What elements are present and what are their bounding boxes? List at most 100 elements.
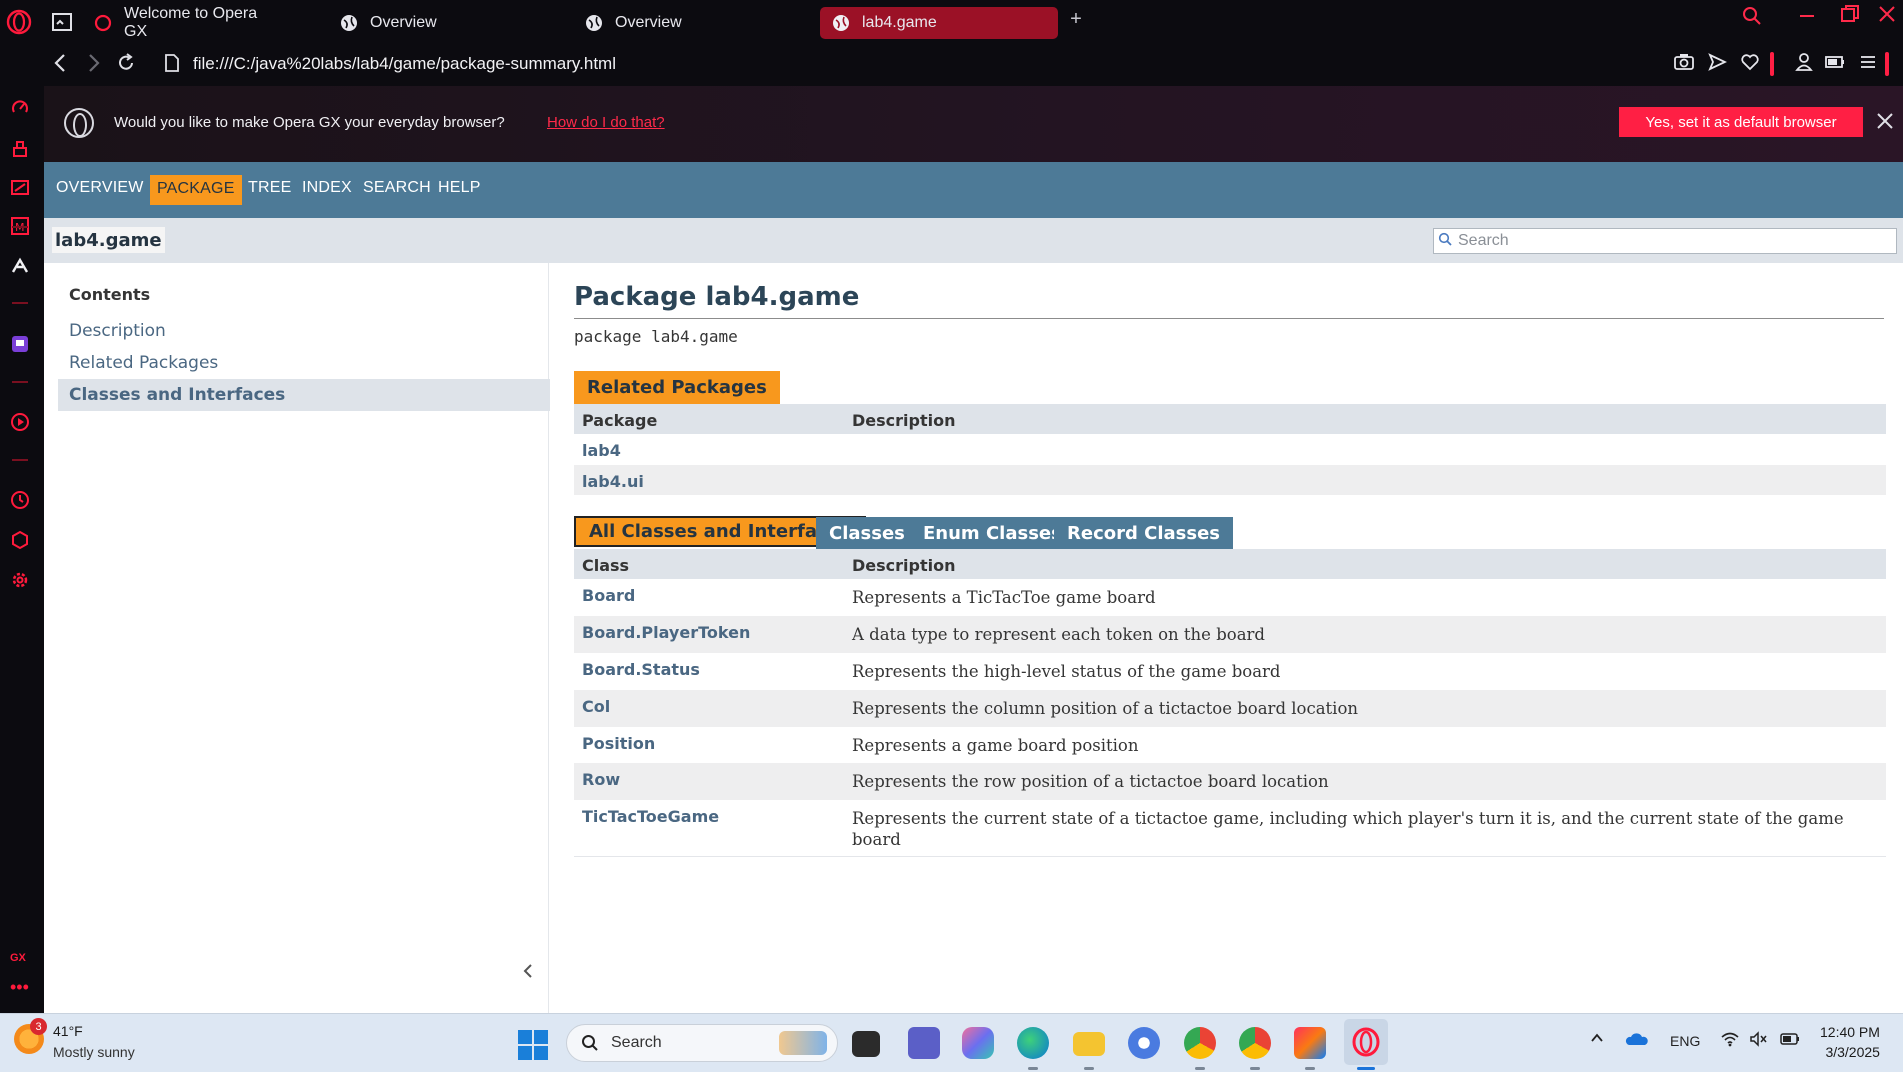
app-indicator xyxy=(1250,1067,1260,1070)
class-description: Represents the high-level status of the … xyxy=(852,662,1281,681)
minimize-icon[interactable] xyxy=(1798,6,1816,30)
camera-icon[interactable] xyxy=(1673,52,1695,78)
volume-muted-icon[interactable] xyxy=(1749,1031,1769,1050)
new-tab-button[interactable]: + xyxy=(1066,8,1086,30)
how-link[interactable]: How do I do that? xyxy=(547,114,665,131)
tab-label: Welcome to Opera GX xyxy=(124,5,258,40)
send-icon[interactable] xyxy=(1707,52,1728,78)
history-icon[interactable] xyxy=(8,488,32,512)
teams-icon[interactable] xyxy=(908,1027,940,1059)
table-row: Col Represents the column position of a … xyxy=(574,690,1886,727)
easy-setup-icon[interactable] xyxy=(1858,52,1878,78)
start-button[interactable] xyxy=(518,1030,548,1060)
show-hidden-icons[interactable] xyxy=(1590,1031,1604,1048)
nav-tree[interactable]: TREE xyxy=(248,179,291,197)
heart-icon[interactable] xyxy=(1740,52,1760,78)
class-link-board-player-token[interactable]: Board.PlayerToken xyxy=(582,623,750,642)
toc-description[interactable]: Description xyxy=(69,321,166,341)
weather-description[interactable]: Mostly sunny xyxy=(53,1044,135,1060)
chrome-profile-g-icon[interactable] xyxy=(1239,1027,1271,1059)
package-link-lab4-ui[interactable]: lab4.ui xyxy=(582,472,644,491)
collapse-sidebar-icon[interactable] xyxy=(522,963,534,984)
toc-related-packages[interactable]: Related Packages xyxy=(69,353,218,373)
twitch-icon[interactable] xyxy=(8,332,32,356)
class-link-row[interactable]: Row xyxy=(582,770,620,789)
class-link-col[interactable]: Col xyxy=(582,697,610,716)
edge-icon[interactable] xyxy=(1017,1027,1049,1059)
toc-classes-and-interfaces[interactable]: Classes and Interfaces xyxy=(58,379,550,411)
battery-saver-icon[interactable] xyxy=(1824,52,1846,78)
profile-icon[interactable] xyxy=(1794,52,1814,78)
settings-icon[interactable] xyxy=(8,568,32,592)
gx-cleaner-icon[interactable] xyxy=(8,136,32,160)
aria-ai-icon[interactable] xyxy=(8,254,32,278)
opera-menu-icon[interactable] xyxy=(6,9,32,35)
reload-icon[interactable] xyxy=(116,52,136,80)
tab-record-classes[interactable]: Record Classes xyxy=(1054,517,1234,550)
weather-temperature[interactable]: 41°F xyxy=(53,1023,83,1039)
column-header: Description xyxy=(852,556,956,575)
tab-overview-2[interactable]: Overview xyxy=(573,7,793,39)
table-row: Board.PlayerToken A data type to represe… xyxy=(574,616,1886,653)
tab-overview-1[interactable]: Overview xyxy=(328,7,548,39)
close-window-icon[interactable] xyxy=(1877,4,1897,30)
gx-control-icon[interactable] xyxy=(8,96,32,120)
gx-corner-icon[interactable] xyxy=(8,176,32,200)
close-banner-icon[interactable] xyxy=(1876,106,1894,137)
tab-classes[interactable]: Classes xyxy=(816,517,918,550)
taskbar-clock[interactable]: 12:40 PM 3/3/2025 xyxy=(1820,1022,1880,1062)
class-link-board-status[interactable]: Board.Status xyxy=(582,660,700,679)
tab-welcome[interactable]: Welcome to Opera GX xyxy=(82,5,282,40)
nav-overview[interactable]: OVERVIEW xyxy=(56,179,144,197)
package-link-lab4[interactable]: lab4 xyxy=(582,441,621,460)
tab-enum-classes[interactable]: Enum Classes xyxy=(910,517,1075,550)
url-field[interactable]: file:///C:/java%20labs/lab4/game/package… xyxy=(193,54,616,74)
battery-icon[interactable] xyxy=(1780,1031,1802,1050)
nav-search[interactable]: SEARCH xyxy=(363,179,431,197)
back-icon[interactable] xyxy=(52,52,68,80)
forward-icon[interactable] xyxy=(86,52,102,80)
tab-island-icon[interactable] xyxy=(50,10,74,34)
globe-icon xyxy=(585,14,603,32)
file-explorer-icon[interactable] xyxy=(1073,1032,1105,1056)
nav-index[interactable]: INDEX xyxy=(302,179,352,197)
extensions-icon[interactable] xyxy=(8,528,32,552)
onedrive-icon[interactable] xyxy=(1625,1031,1649,1050)
wifi-icon[interactable] xyxy=(1720,1031,1740,1050)
tab-label: Classes xyxy=(829,523,905,544)
language-indicator[interactable]: ENG xyxy=(1670,1033,1700,1049)
class-link-tictactoegame[interactable]: TicTacToeGame xyxy=(582,807,719,826)
tab-lab4-game[interactable]: lab4.game xyxy=(820,7,1058,39)
class-description: Represents a game board position xyxy=(852,736,1139,755)
main-content: Package lab4.game package lab4.game Rela… xyxy=(574,263,1898,1013)
copilot-icon[interactable] xyxy=(962,1027,994,1059)
taskbar-search[interactable]: Search xyxy=(566,1024,838,1062)
set-default-button[interactable]: Yes, set it as default browser xyxy=(1619,107,1863,137)
table-row: TicTacToeGame Represents the current sta… xyxy=(574,800,1886,856)
chrome-profile-b-icon[interactable] xyxy=(1184,1027,1216,1059)
class-link-board[interactable]: Board xyxy=(582,586,635,605)
table-header: Class Description xyxy=(574,549,1886,579)
player-icon[interactable] xyxy=(8,410,32,434)
chromium-icon[interactable] xyxy=(1128,1027,1160,1059)
nav-help[interactable]: HELP xyxy=(438,179,481,197)
package-breadcrumb: lab4.game xyxy=(52,227,165,253)
more-icon[interactable]: ••• xyxy=(10,978,29,996)
package-signature: package lab4.game xyxy=(574,327,738,346)
address-bar: file:///C:/java%20labs/lab4/game/package… xyxy=(0,44,1903,86)
search-tabs-icon[interactable] xyxy=(1742,6,1762,32)
search-input[interactable]: Search xyxy=(1433,228,1897,254)
opera-gx-taskbar-icon[interactable] xyxy=(1344,1019,1388,1065)
gx-label: GX xyxy=(10,952,26,964)
intellij-icon[interactable] xyxy=(1294,1027,1326,1059)
browser-tab-bar: Welcome to Opera GX Overview Overview la… xyxy=(0,0,1903,44)
restore-icon[interactable] xyxy=(1840,4,1860,30)
table-row: lab4.ui xyxy=(574,465,1886,495)
class-link-position[interactable]: Position xyxy=(582,734,655,753)
weather-icon[interactable]: 3 xyxy=(14,1018,47,1054)
column-header: Description xyxy=(852,411,956,430)
tab-label: Overview xyxy=(370,14,437,31)
task-view-icon[interactable] xyxy=(852,1031,880,1057)
search-highlight-icon xyxy=(779,1031,827,1055)
sidebar-divider xyxy=(12,226,28,228)
